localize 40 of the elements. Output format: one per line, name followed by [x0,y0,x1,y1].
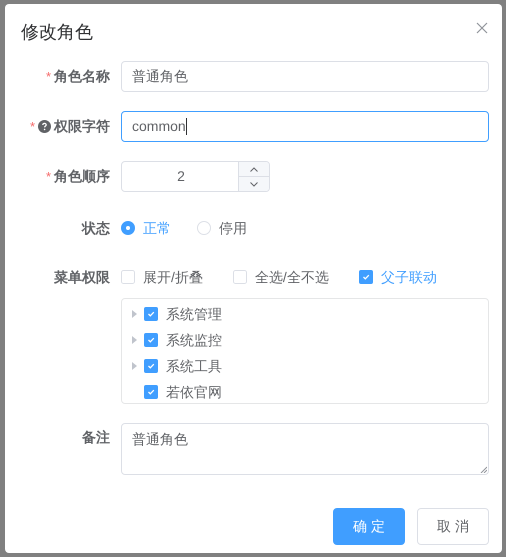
field-label: 备注 [82,428,110,446]
checkbox[interactable] [144,333,158,347]
field-label: 菜单权限 [54,268,110,286]
required-mark: * [30,118,35,136]
down-chevron-icon[interactable] [250,182,258,186]
expand-arrow-icon[interactable] [132,336,137,344]
tree-node-label[interactable]: 系统监控 [166,330,222,350]
tree-node-label[interactable]: 系统工具 [166,356,222,376]
field-label: 状态 [82,218,110,238]
up-chevron-icon[interactable] [250,166,258,172]
textarea-field[interactable]: 普通角色 [121,423,489,475]
tree-node-label[interactable]: 若依官网 [166,382,222,402]
checkbox[interactable] [144,359,158,373]
tree-node-label[interactable]: 系统管理 [166,304,222,324]
field-label: 角色名称 [54,67,110,86]
required-mark: * [46,68,51,86]
radio-label: 正常 [143,218,171,238]
expand-arrow-icon[interactable] [132,310,137,318]
text-field[interactable]: common [121,111,489,142]
dialog-title: 修改角色 [21,21,93,44]
radio-button[interactable] [121,221,135,235]
number-field[interactable]: 2 [121,161,270,192]
close-icon[interactable] [476,22,488,34]
checkbox-label: 全选/全不选 [254,268,329,286]
checkbox[interactable] [144,307,158,321]
checkbox-label: 展开/折叠 [143,268,203,286]
checkbox[interactable] [144,385,158,399]
checkbox[interactable] [232,270,247,284]
field-label: 权限字符 [54,117,110,136]
text-field[interactable]: 普通角色 [121,61,489,92]
required-mark: * [46,168,51,186]
cancel-button[interactable]: 取 消 [417,508,489,545]
checkbox-label: 父子联动 [380,268,437,286]
help-icon[interactable] [38,120,51,133]
expand-arrow-icon[interactable] [132,362,137,370]
checkbox[interactable] [358,270,373,284]
resize-handle-icon[interactable] [480,466,487,473]
radio-label: 停用 [219,218,247,238]
field-label: 角色顺序 [54,167,110,186]
checkbox[interactable] [121,270,135,284]
